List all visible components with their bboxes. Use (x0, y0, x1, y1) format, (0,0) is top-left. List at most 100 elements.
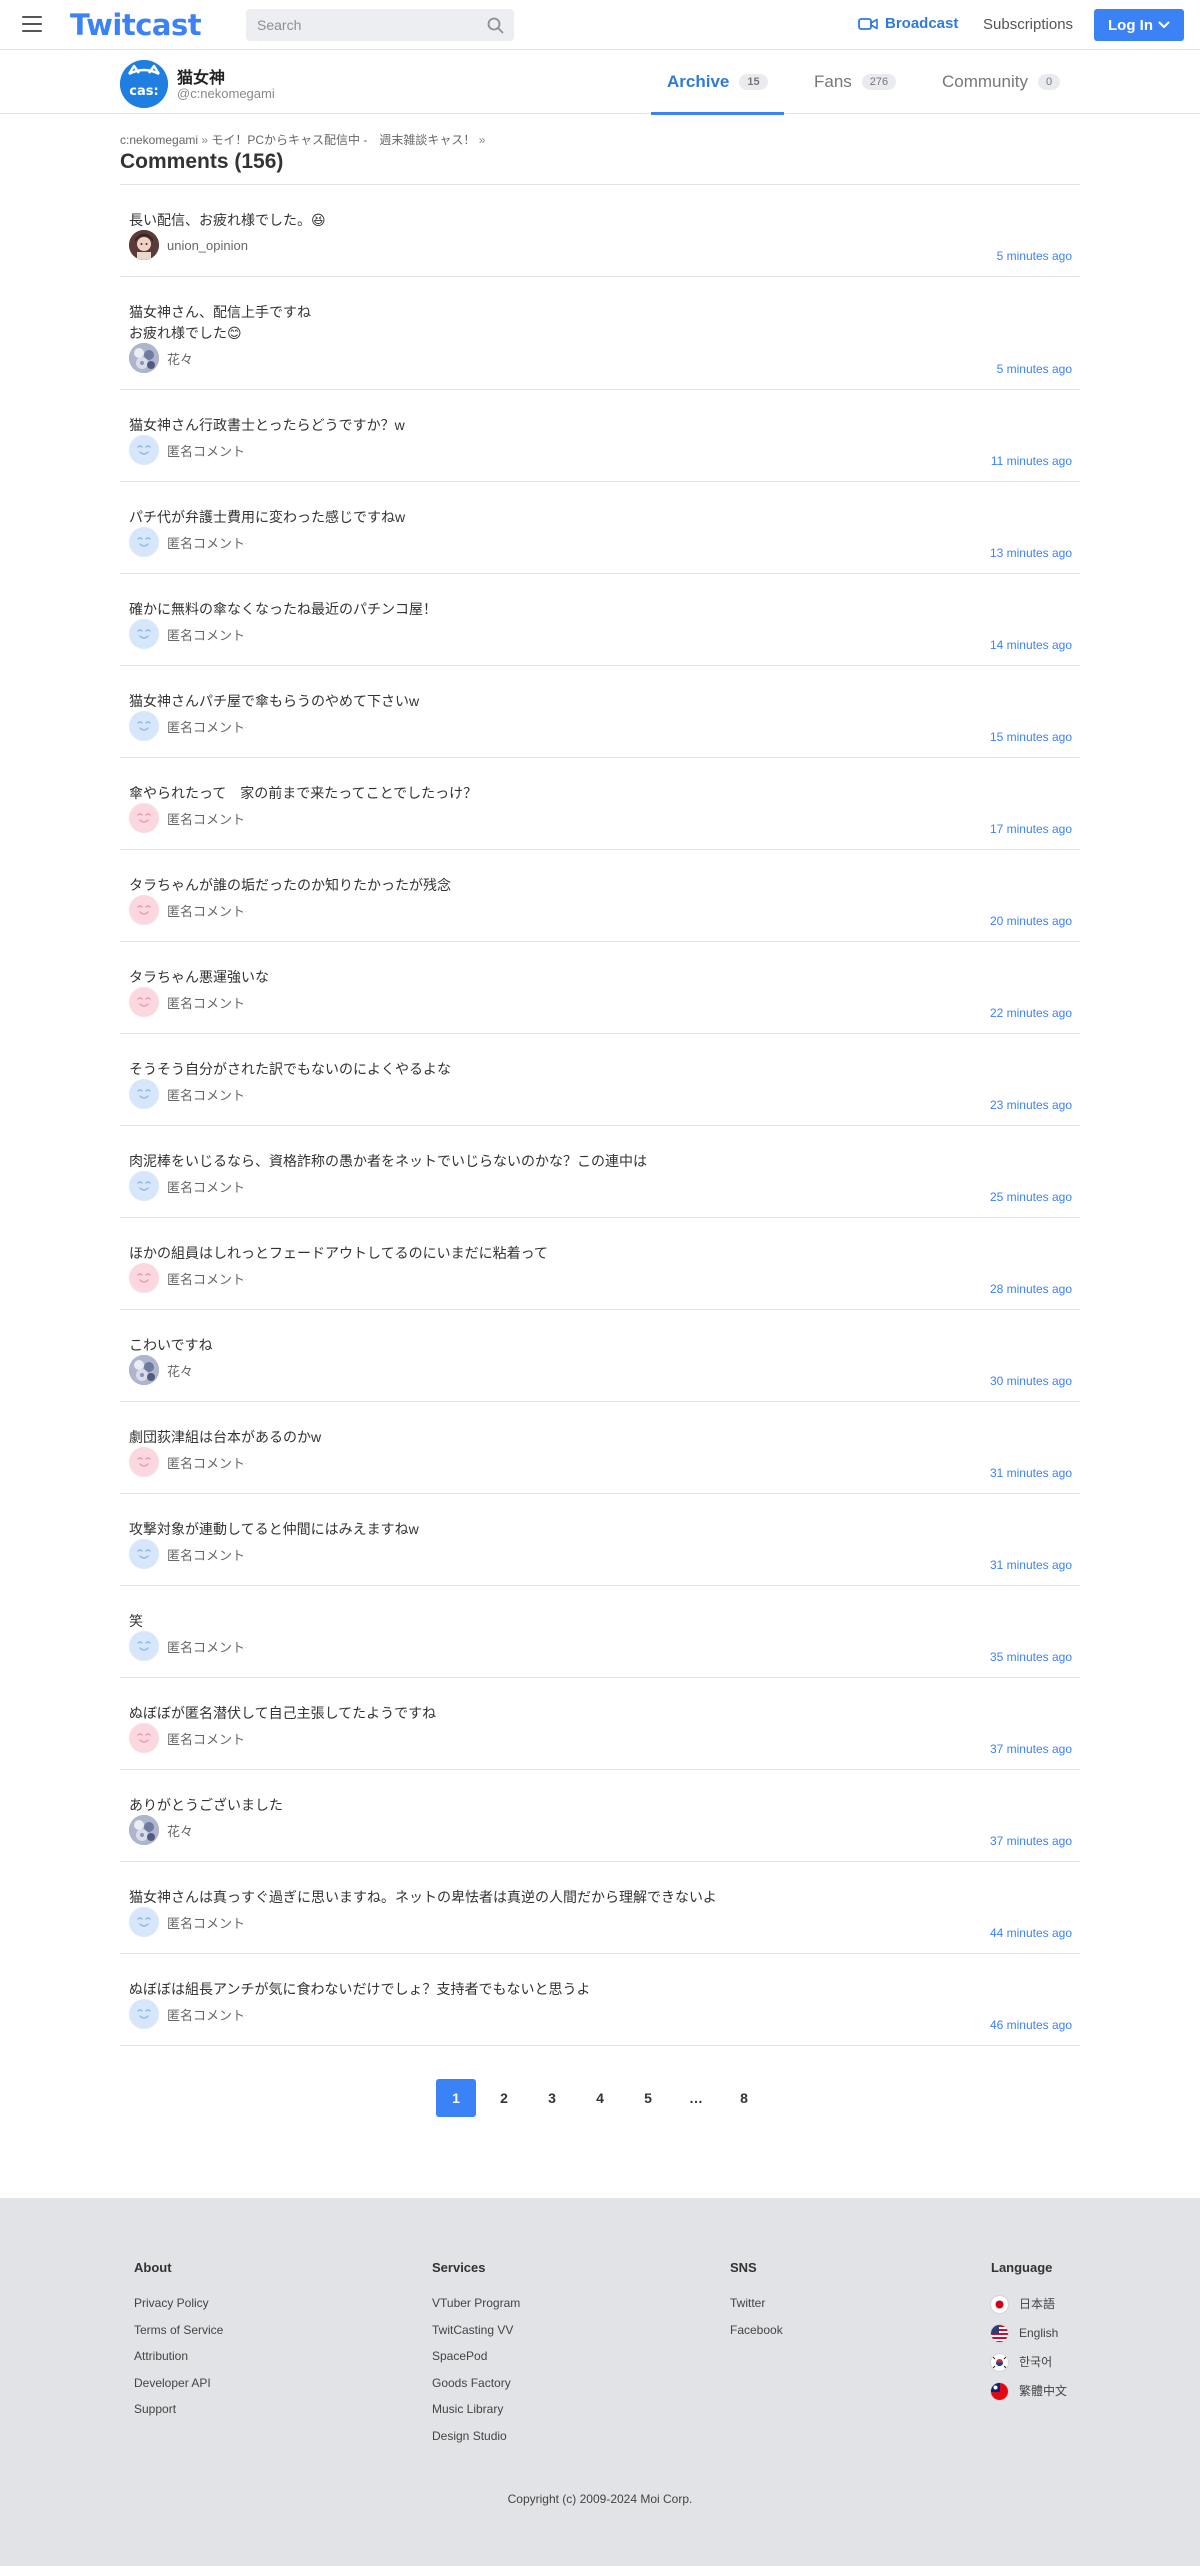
comment-user[interactable]: 匿名コメント (129, 619, 245, 649)
comment-timestamp[interactable]: 46 minutes ago (990, 2018, 1072, 2032)
footer-link-design[interactable]: Design Studio (432, 2429, 520, 2445)
comment-username[interactable]: 匿名コメント (167, 1545, 245, 1564)
comment-user[interactable]: 匿名コメント (129, 1907, 245, 1937)
comment-user[interactable]: 花々 (129, 1355, 193, 1385)
avatar[interactable] (129, 230, 159, 260)
comment-timestamp[interactable]: 31 minutes ago (990, 1558, 1072, 1572)
search-box[interactable] (246, 9, 514, 41)
footer-link-facebook[interactable]: Facebook (730, 2323, 783, 2339)
comment-username[interactable]: 匿名コメント (167, 1453, 245, 1472)
comment-timestamp[interactable]: 37 minutes ago (990, 1742, 1072, 1756)
comment-timestamp[interactable]: 44 minutes ago (990, 1926, 1072, 1940)
page-button-5[interactable]: 5 (628, 2079, 668, 2117)
comment-username[interactable]: 匿名コメント (167, 625, 245, 644)
page-button-1[interactable]: 1 (436, 2079, 476, 2117)
page-button-3[interactable]: 3 (532, 2079, 572, 2117)
page-button-2[interactable]: 2 (484, 2079, 524, 2117)
avatar[interactable] (129, 1355, 159, 1385)
comment-timestamp[interactable]: 30 minutes ago (990, 1374, 1072, 1388)
comment-username[interactable]: 花々 (167, 349, 193, 368)
profile-avatar[interactable]: cas: (120, 60, 168, 108)
avatar[interactable] (129, 1907, 159, 1937)
comment-username[interactable]: 匿名コメント (167, 1269, 245, 1288)
comment-username[interactable]: 匿名コメント (167, 441, 245, 460)
comment-username[interactable]: 匿名コメント (167, 1729, 245, 1748)
comment-username[interactable]: union_opinion (167, 238, 248, 253)
comment-timestamp[interactable]: 15 minutes ago (990, 730, 1072, 744)
avatar[interactable] (129, 987, 159, 1017)
footer-link-attribution[interactable]: Attribution (134, 2349, 223, 2365)
comment-user[interactable]: 匿名コメント (129, 1999, 245, 2029)
comment-timestamp[interactable]: 28 minutes ago (990, 1282, 1072, 1296)
comment-timestamp[interactable]: 11 minutes ago (991, 454, 1072, 468)
comment-timestamp[interactable]: 31 minutes ago (990, 1466, 1072, 1480)
page-button-4[interactable]: 4 (580, 2079, 620, 2117)
page-button-8[interactable]: 8 (724, 2079, 764, 2117)
menu-icon[interactable] (22, 16, 42, 32)
comment-timestamp[interactable]: 37 minutes ago (990, 1834, 1072, 1848)
footer-link-vv[interactable]: TwitCasting VV (432, 2323, 520, 2339)
comment-username[interactable]: 花々 (167, 1821, 193, 1840)
footer-link-terms[interactable]: Terms of Service (134, 2323, 223, 2339)
footer-link-twitter[interactable]: Twitter (730, 2296, 783, 2312)
comment-username[interactable]: 匿名コメント (167, 2005, 245, 2024)
footer-link-vtuber[interactable]: VTuber Program (432, 2296, 520, 2312)
comment-username[interactable]: 匿名コメント (167, 1913, 245, 1932)
comment-username[interactable]: 匿名コメント (167, 1177, 245, 1196)
comment-user[interactable]: 匿名コメント (129, 711, 245, 741)
avatar[interactable] (129, 527, 159, 557)
footer-link-developer-api[interactable]: Developer API (134, 2376, 223, 2392)
comment-timestamp[interactable]: 23 minutes ago (990, 1098, 1072, 1112)
broadcast-link[interactable]: Broadcast (858, 15, 958, 32)
comment-username[interactable]: 匿名コメント (167, 993, 245, 1012)
search-input[interactable] (246, 9, 466, 41)
comment-user[interactable]: 匿名コメント (129, 803, 245, 833)
comment-user[interactable]: 匿名コメント (129, 527, 245, 557)
avatar[interactable] (129, 1263, 159, 1293)
comment-username[interactable]: 匿名コメント (167, 717, 245, 736)
login-button[interactable]: Log In (1094, 9, 1184, 41)
comment-username[interactable]: 匿名コメント (167, 1085, 245, 1104)
footer-link-music[interactable]: Music Library (432, 2402, 520, 2418)
comment-username[interactable]: 匿名コメント (167, 533, 245, 552)
search-icon[interactable] (487, 17, 504, 34)
avatar[interactable] (129, 343, 159, 373)
avatar[interactable] (129, 619, 159, 649)
comment-username[interactable]: 匿名コメント (167, 809, 245, 828)
comment-timestamp[interactable]: 13 minutes ago (990, 546, 1072, 560)
comment-user[interactable]: 匿名コメント (129, 435, 245, 465)
comment-timestamp[interactable]: 35 minutes ago (990, 1650, 1072, 1664)
comment-user[interactable]: 匿名コメント (129, 1079, 245, 1109)
comment-username[interactable]: 花々 (167, 1361, 193, 1380)
comment-user[interactable]: 匿名コメント (129, 1723, 245, 1753)
comment-user[interactable]: 匿名コメント (129, 1447, 245, 1477)
footer-link-support[interactable]: Support (134, 2402, 223, 2418)
tab-archive[interactable]: Archive 15 (651, 50, 784, 115)
avatar[interactable] (129, 803, 159, 833)
avatar[interactable] (129, 1079, 159, 1109)
avatar[interactable] (129, 1447, 159, 1477)
footer-link-goods[interactable]: Goods Factory (432, 2376, 520, 2392)
comment-user[interactable]: 花々 (129, 343, 193, 373)
comment-user[interactable]: 花々 (129, 1815, 193, 1845)
comment-timestamp[interactable]: 5 minutes ago (997, 249, 1072, 263)
comment-timestamp[interactable]: 17 minutes ago (990, 822, 1072, 836)
avatar[interactable] (129, 1815, 159, 1845)
language-korean[interactable]: 한국어 (991, 2354, 1067, 2371)
avatar[interactable] (129, 435, 159, 465)
comment-username[interactable]: 匿名コメント (167, 901, 245, 920)
tab-community[interactable]: Community 0 (942, 50, 1061, 114)
language-traditional-chinese[interactable]: 繁體中文 (991, 2383, 1067, 2400)
comment-user[interactable]: union_opinion (129, 230, 248, 260)
comment-timestamp[interactable]: 5 minutes ago (997, 362, 1072, 376)
comment-user[interactable]: 匿名コメント (129, 895, 245, 925)
comment-user[interactable]: 匿名コメント (129, 1631, 245, 1661)
comment-timestamp[interactable]: 22 minutes ago (990, 1006, 1072, 1020)
profile-name[interactable]: 猫女神 (177, 64, 225, 88)
comment-username[interactable]: 匿名コメント (167, 1637, 245, 1656)
avatar[interactable] (129, 1723, 159, 1753)
avatar[interactable] (129, 1631, 159, 1661)
avatar[interactable] (129, 895, 159, 925)
avatar[interactable] (129, 1171, 159, 1201)
avatar[interactable] (129, 1539, 159, 1569)
